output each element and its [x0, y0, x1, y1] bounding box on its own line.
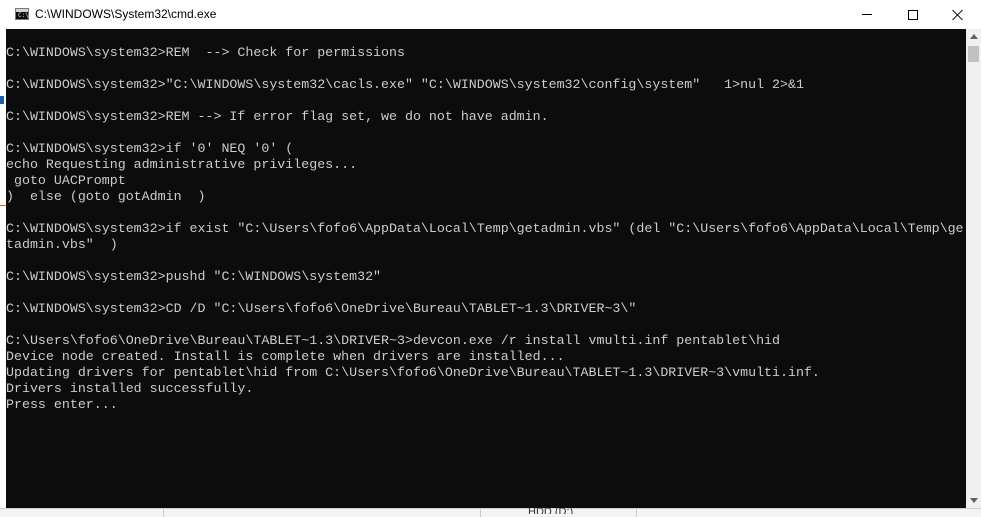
- console-output[interactable]: C:\WINDOWS\system32>REM --> Check for pe…: [6, 29, 966, 508]
- scroll-up-button[interactable]: [966, 29, 981, 44]
- background-window-fragment: [0, 96, 4, 104]
- console-app-icon[interactable]: C:\_: [15, 8, 33, 20]
- console-line: C:\WINDOWS\system32>if exist "C:\Users\f…: [6, 221, 964, 236]
- console-line: Drivers installed successfully.: [6, 381, 254, 396]
- background-divider: [480, 509, 481, 517]
- console-line: echo Requesting administrative privilege…: [6, 157, 358, 172]
- maximize-icon: [908, 9, 918, 20]
- console-line: C:\Users\fofo6\OneDrive\Bureau\TABLET~1.…: [6, 333, 781, 348]
- console-line: C:\WINDOWS\system32>pushd "C:\WINDOWS\sy…: [6, 269, 382, 284]
- background-divider: [636, 509, 637, 517]
- scroll-down-arrow-icon: [969, 498, 978, 503]
- scroll-thumb[interactable]: [968, 46, 979, 62]
- console-lines: C:\WINDOWS\system32>REM --> Check for pe…: [6, 45, 964, 413]
- cmd-window: C:\_ C:\WINDOWS\System32\cmd.exe C:\WIND…: [6, 0, 981, 508]
- console-line: C:\WINDOWS\system32>if '0' NEQ '0' (: [6, 141, 294, 156]
- close-button[interactable]: [935, 0, 981, 29]
- vertical-scrollbar[interactable]: [966, 29, 981, 508]
- console-line: goto UACPrompt: [6, 173, 126, 188]
- minimize-icon: [862, 14, 872, 15]
- console-line: ) else (goto gotAdmin ): [6, 189, 206, 204]
- minimize-button[interactable]: [844, 0, 890, 29]
- scroll-up-arrow-icon: [969, 34, 978, 39]
- console-app-icon-glyph: C:\_: [18, 12, 33, 19]
- background-window-bottom: HDD (D:): [0, 508, 981, 517]
- console-line: C:\WINDOWS\system32>REM --> Check for pe…: [6, 45, 405, 60]
- console-line: C:\WINDOWS\system32>REM --> If error fla…: [6, 109, 549, 124]
- background-drive-label: HDD (D:): [528, 508, 574, 514]
- desktop: HDD (D:) C:\_ C:\WINDOWS\System32\cmd.ex…: [0, 0, 981, 517]
- console-line: C:\WINDOWS\system32>"C:\WINDOWS\system32…: [6, 77, 804, 92]
- console-line: Press enter...: [6, 397, 118, 412]
- console-line: tadmin.vbs" ): [6, 237, 118, 252]
- console-line: Updating drivers for pentablet\hid from …: [6, 365, 820, 380]
- maximize-button[interactable]: [890, 0, 936, 29]
- scroll-down-button[interactable]: [966, 493, 981, 508]
- title-bar[interactable]: C:\_ C:\WINDOWS\System32\cmd.exe: [6, 0, 981, 29]
- close-icon: [952, 9, 964, 21]
- console-line: Device node created. Install is complete…: [6, 349, 565, 364]
- console-line: C:\WINDOWS\system32>CD /D "C:\Users\fofo…: [6, 301, 637, 316]
- window-title: C:\WINDOWS\System32\cmd.exe: [35, 7, 217, 21]
- background-divider: [163, 509, 164, 517]
